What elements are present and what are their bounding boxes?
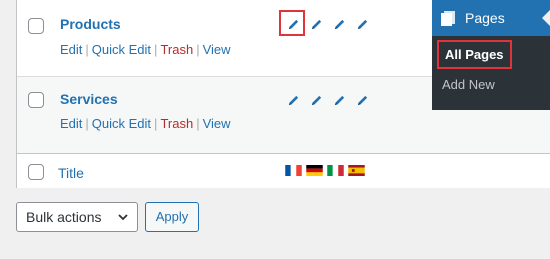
quick-edit-link[interactable]: Quick Edit bbox=[92, 116, 151, 131]
italy-flag-icon bbox=[327, 165, 344, 176]
pencil-icon[interactable] bbox=[287, 18, 300, 31]
row-checkbox[interactable] bbox=[28, 92, 44, 108]
row-title-link[interactable]: Products bbox=[60, 16, 121, 32]
row-title-link[interactable]: Services bbox=[60, 91, 118, 107]
row-actions: Edit | Quick Edit | Trash | View bbox=[60, 116, 231, 131]
pencil-icon[interactable] bbox=[310, 18, 323, 31]
edit-link[interactable]: Edit bbox=[60, 116, 82, 131]
separator: | bbox=[85, 42, 89, 57]
admin-pages-menu: Pages All Pages Add New bbox=[432, 0, 550, 110]
translation-edit-icons bbox=[287, 94, 369, 107]
separator: | bbox=[154, 116, 158, 131]
edit-link[interactable]: Edit bbox=[60, 42, 82, 57]
pencil-icon[interactable] bbox=[287, 94, 300, 107]
view-link[interactable]: View bbox=[203, 42, 231, 57]
view-link[interactable]: View bbox=[203, 116, 231, 131]
translation-edit-icons bbox=[287, 18, 369, 31]
pencil-icon[interactable] bbox=[333, 94, 346, 107]
pages-menu-label: Pages bbox=[465, 10, 505, 26]
separator: | bbox=[196, 116, 200, 131]
add-new-link[interactable]: Add New bbox=[442, 77, 495, 92]
row-actions: Edit | Quick Edit | Trash | View bbox=[60, 42, 231, 57]
all-pages-link[interactable]: All Pages bbox=[437, 40, 512, 69]
spain-flag-icon bbox=[348, 165, 365, 176]
select-all-checkbox[interactable] bbox=[28, 164, 44, 180]
pencil-icon[interactable] bbox=[356, 18, 369, 31]
chevron-down-icon bbox=[118, 214, 128, 221]
apply-button[interactable]: Apply bbox=[145, 202, 199, 232]
separator: | bbox=[154, 42, 158, 57]
trash-link[interactable]: Trash bbox=[160, 42, 193, 57]
pencil-icon[interactable] bbox=[310, 94, 323, 107]
language-flags bbox=[285, 165, 365, 176]
title-column-header[interactable]: Title bbox=[58, 165, 84, 181]
separator: | bbox=[85, 116, 89, 131]
current-menu-arrow bbox=[542, 10, 550, 26]
pencil-icon[interactable] bbox=[356, 94, 369, 107]
separator: | bbox=[196, 42, 200, 57]
france-flag-icon bbox=[285, 165, 302, 176]
pages-menu-item[interactable]: Pages bbox=[432, 0, 550, 36]
germany-flag-icon bbox=[306, 165, 323, 176]
bulk-actions-select[interactable]: Bulk actions bbox=[16, 202, 138, 232]
table-footer: Title bbox=[17, 153, 550, 188]
row-checkbox[interactable] bbox=[28, 18, 44, 34]
trash-link[interactable]: Trash bbox=[160, 116, 193, 131]
pencil-icon[interactable] bbox=[333, 18, 346, 31]
quick-edit-link[interactable]: Quick Edit bbox=[92, 42, 151, 57]
pages-icon bbox=[441, 11, 455, 26]
bulk-actions-value: Bulk actions bbox=[26, 209, 102, 225]
